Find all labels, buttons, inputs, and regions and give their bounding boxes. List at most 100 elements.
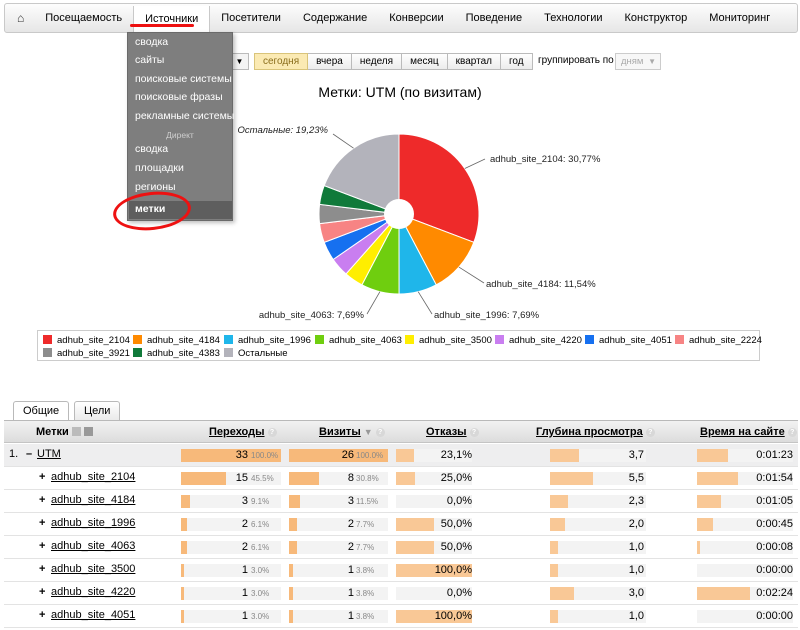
menu-item-search-phrases[interactable]: поисковые фразы: [135, 91, 223, 103]
help-icon[interactable]: ?: [787, 428, 797, 437]
header-bounces[interactable]: Отказы?: [426, 426, 479, 438]
collapse-toggle[interactable]: –: [26, 448, 32, 460]
depth-value: 2,0: [628, 518, 644, 530]
chart-legend: adhub_site_2104 adhub_site_4184 adhub_site…: [37, 330, 762, 361]
row-name[interactable]: adhub_site_2104: [51, 471, 135, 483]
legend-swatch: [224, 335, 233, 344]
transitions-share: 100.0%: [251, 451, 279, 460]
row-name[interactable]: UTM: [37, 448, 61, 460]
legend-item-adhub_site_3921[interactable]: adhub_site_3921: [43, 348, 130, 359]
depth-bar-fill: [550, 495, 568, 508]
menu-item-sites[interactable]: сайты: [135, 54, 164, 66]
time-bar-fill: [697, 587, 750, 600]
row-name[interactable]: adhub_site_4063: [51, 540, 135, 552]
legend-item-adhub_site_3500[interactable]: adhub_site_3500: [405, 335, 492, 346]
expand-toggle[interactable]: +: [39, 471, 45, 483]
transitions-bar-fill: [181, 541, 187, 554]
legend-swatch: [405, 335, 414, 344]
menu-section-direct: Директ: [166, 130, 194, 140]
legend-item-adhub_site_1996[interactable]: adhub_site_1996: [224, 335, 311, 346]
legend-item-adhub_site_4383[interactable]: adhub_site_4383: [133, 348, 220, 359]
legend-item-adhub_site_4184[interactable]: adhub_site_4184: [133, 335, 220, 346]
depth-value: 1,0: [628, 610, 644, 622]
expand-toggle[interactable]: +: [39, 494, 45, 506]
bounces-value: 100,0%: [434, 610, 472, 622]
transitions-value: 1: [241, 610, 248, 622]
header-tags[interactable]: Метки: [36, 426, 93, 438]
header-time-on-site[interactable]: Время на сайте?: [700, 426, 797, 438]
grid-icon[interactable]: [83, 427, 93, 436]
data-label-adhub_site_4184: adhub_site_4184: 11,54%: [486, 279, 596, 290]
expand-toggle[interactable]: +: [39, 563, 45, 575]
transitions-value: 3: [241, 495, 248, 507]
depth-value: 1,0: [628, 541, 644, 553]
pie-chart: adhub_site_2104: 30,77% adhub_site_4184: …: [238, 125, 601, 321]
help-icon[interactable]: ?: [645, 428, 655, 437]
depth-bar-fill: [550, 449, 579, 462]
transitions-bar-fill: [181, 495, 190, 508]
transitions-value: 2: [241, 518, 248, 530]
header-transitions[interactable]: Переходы?: [209, 426, 277, 438]
time-value: 0:00:00: [756, 564, 793, 576]
visits-bar-fill: [289, 518, 297, 531]
transitions-bar-fill: [181, 564, 184, 577]
bounces-bar-fill: [396, 449, 414, 462]
transitions-value: 15: [235, 472, 248, 484]
menu-item-direct-summary[interactable]: сводка: [135, 143, 168, 155]
visits-value: 3: [347, 495, 354, 507]
legend-label: adhub_site_4184: [147, 335, 220, 346]
menu-item-ad-systems[interactable]: рекламные системы: [135, 110, 234, 122]
leader-line-adhub_site_4063: [366, 291, 381, 315]
visits-value: 1: [347, 587, 354, 599]
leader-line-adhub_site_1996: [417, 291, 433, 315]
tab-goals[interactable]: Цели: [74, 401, 121, 421]
sort-icon[interactable]: [71, 427, 81, 436]
row-index: 1.: [9, 448, 19, 460]
legend-item-adhub_site_4063[interactable]: adhub_site_4063: [315, 335, 402, 346]
legend-item-adhub_site_2104[interactable]: adhub_site_2104: [43, 335, 130, 346]
row-name[interactable]: adhub_site_1996: [51, 517, 135, 529]
legend-item-adhub_site_4051[interactable]: adhub_site_4051: [585, 335, 672, 346]
legend-item-adhub_site_4220[interactable]: adhub_site_4220: [495, 335, 582, 346]
time-bar-fill: [697, 518, 713, 531]
transitions-share: 9.1%: [251, 497, 270, 506]
time-bar-fill: [697, 472, 738, 485]
bounces-value: 50,0%: [440, 518, 472, 530]
table-row: + adhub_site_4051 1 3.0% 1 3.8% 100,0% 1,0 0:00:…: [4, 605, 798, 628]
row-name[interactable]: adhub_site_3500: [51, 563, 135, 575]
expand-toggle[interactable]: +: [39, 540, 45, 552]
legend-swatch: [43, 335, 52, 344]
header-transitions-label: Переходы: [209, 426, 265, 438]
bounces-bar-fill: [396, 472, 415, 485]
time-value: 0:01:23: [756, 449, 793, 461]
tab-general[interactable]: Общие: [13, 401, 70, 422]
transitions-share: 3.0%: [251, 612, 270, 621]
row-name[interactable]: adhub_site_4051: [51, 609, 135, 621]
expand-toggle[interactable]: +: [39, 609, 45, 621]
row-name[interactable]: adhub_site_4220: [51, 586, 135, 598]
header-time-label: Время на сайте: [700, 426, 785, 438]
legend-label: adhub_site_4051: [599, 335, 672, 346]
help-icon[interactable]: ?: [469, 428, 479, 437]
legend-item-adhub_site_2224[interactable]: adhub_site_2224: [675, 335, 762, 346]
help-icon[interactable]: ?: [375, 428, 385, 437]
expand-toggle[interactable]: +: [39, 517, 45, 529]
visits-value: 2: [347, 541, 354, 553]
menu-item-summary[interactable]: сводка: [135, 36, 168, 48]
bounces-value: 25,0%: [440, 472, 472, 484]
time-value: 0:02:24: [756, 587, 793, 599]
menu-item-placements[interactable]: площадки: [135, 162, 184, 174]
expand-toggle[interactable]: +: [39, 586, 45, 598]
legend-item-Остальные[interactable]: Остальные: [224, 348, 288, 359]
legend-label: adhub_site_2104: [57, 335, 130, 346]
menu-item-search-engines[interactable]: поисковые системы: [135, 73, 232, 85]
help-icon[interactable]: ?: [267, 428, 277, 437]
legend-swatch: [495, 335, 504, 344]
row-name[interactable]: adhub_site_4184: [51, 494, 135, 506]
bounces-value: 50,0%: [440, 541, 472, 553]
header-depth[interactable]: Глубина просмотра?: [536, 426, 655, 438]
time-value: 0:00:00: [756, 610, 793, 622]
legend-swatch: [43, 348, 52, 357]
header-visits[interactable]: Визиты ▼?: [319, 426, 385, 438]
data-label-adhub_site_2104: adhub_site_2104: 30,77%: [490, 154, 601, 165]
